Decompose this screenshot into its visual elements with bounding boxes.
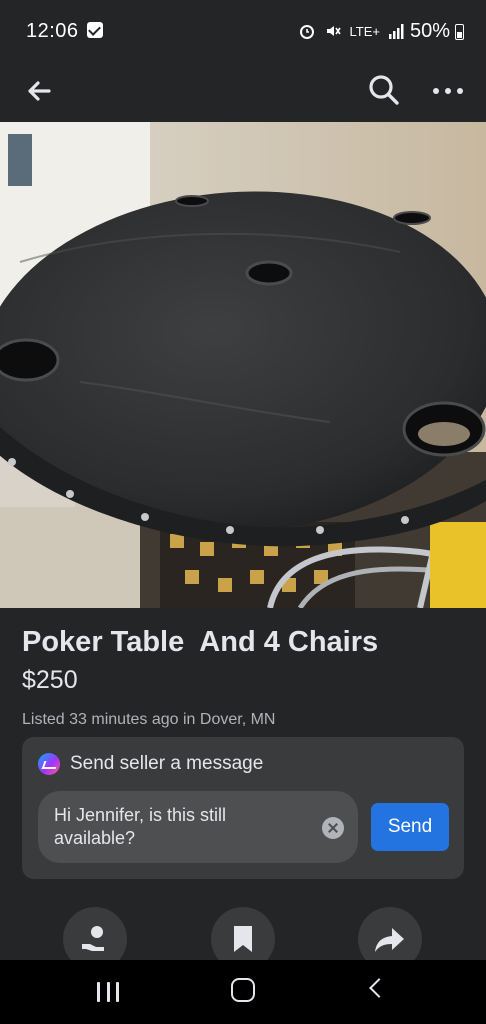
home-icon[interactable]: [231, 978, 255, 1002]
listing-photo[interactable]: [0, 122, 486, 608]
system-nav-bar: [0, 960, 486, 1024]
alarm-icon: [299, 25, 314, 39]
search-button[interactable]: [366, 72, 402, 108]
recent-apps-icon[interactable]: [97, 982, 119, 1002]
system-icons: LTE+: [298, 22, 406, 40]
more-options-button[interactable]: [430, 74, 466, 108]
listing-price: $250: [22, 666, 78, 694]
seller-icon: [82, 926, 104, 951]
clear-input-icon[interactable]: [322, 817, 344, 839]
search-icon: [369, 75, 399, 105]
message-seller-card: Send seller a message Hi Jennifer, is th…: [22, 737, 464, 879]
back-button[interactable]: [22, 74, 56, 108]
save-bookmark-icon: [234, 926, 252, 952]
top-bar: [0, 60, 486, 122]
back-arrow-icon: [28, 81, 51, 101]
listing-meta: Listed 33 minutes ago in Dover, MN: [22, 711, 276, 728]
action-row: [0, 905, 486, 971]
mute-icon: [326, 26, 341, 36]
send-button[interactable]: Send: [371, 803, 449, 851]
status-time: 12:06: [26, 20, 79, 42]
share-icon: [375, 928, 404, 952]
messenger-icon: [38, 753, 60, 775]
signal-icon: [389, 24, 404, 39]
message-header-label: Send seller a message: [70, 753, 264, 774]
message-header: Send seller a message: [38, 753, 263, 775]
more-icon: [433, 88, 463, 94]
battery-icon: [455, 24, 464, 40]
poker-table-image: [0, 122, 486, 608]
message-input[interactable]: Hi Jennifer, is this still available?: [38, 791, 358, 863]
back-icon[interactable]: [369, 978, 389, 998]
checkbox-icon: [87, 22, 103, 38]
battery-level: 50%: [409, 20, 450, 42]
listing-title: Poker Table And 4 Chairs: [22, 626, 379, 658]
status-bar: 12:06 LTE+ 50%: [0, 0, 486, 60]
network-type: LTE+: [349, 23, 380, 39]
